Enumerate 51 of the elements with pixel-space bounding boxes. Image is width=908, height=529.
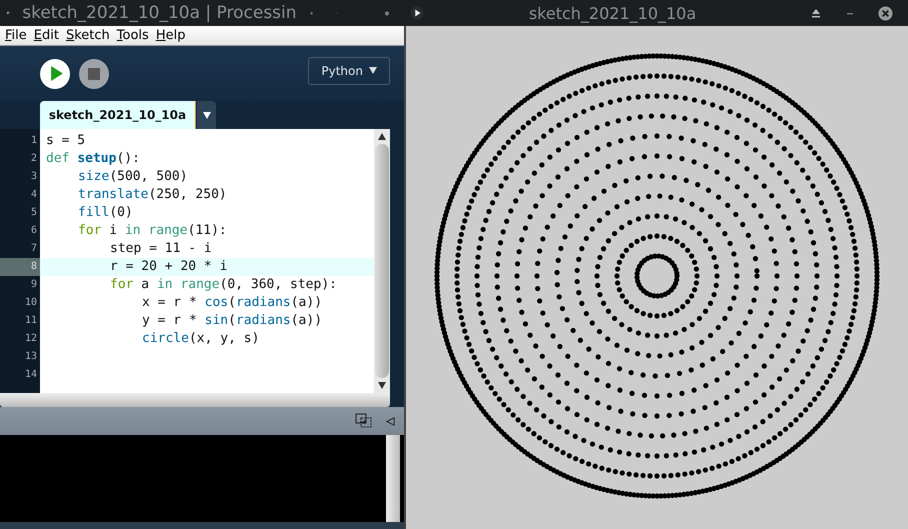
caret-icon bbox=[202, 112, 210, 118]
menu-item[interactable]: Tools bbox=[116, 28, 149, 43]
menu-item[interactable]: Help bbox=[156, 28, 186, 43]
caret-icon bbox=[369, 67, 377, 74]
collapse-arrow-icon[interactable] bbox=[385, 416, 396, 426]
line-number: 4 bbox=[30, 188, 38, 202]
code-line[interactable]: translate(250, 250) bbox=[40, 186, 374, 204]
window-title: sketch_2021_10_10a bbox=[528, 4, 698, 22]
line-number: 12 bbox=[24, 332, 38, 346]
code-line[interactable]: for i in range(11): bbox=[40, 222, 374, 240]
horizontal-scrollbar[interactable] bbox=[0, 393, 390, 407]
line-number: 9 bbox=[30, 278, 38, 292]
eject-icon[interactable] bbox=[810, 7, 822, 19]
code-line[interactable]: for a in range(0, 360, step): bbox=[40, 276, 374, 294]
code-line[interactable]: size(500, 500) bbox=[40, 168, 374, 186]
code-line[interactable]: def setup(): bbox=[40, 150, 374, 168]
line-number: 11 bbox=[24, 314, 38, 328]
menu-item[interactable]: Edit bbox=[34, 28, 59, 43]
code-line[interactable]: fill(0) bbox=[40, 204, 374, 222]
code-line[interactable]: x = r * cos(radians(a)) bbox=[40, 294, 374, 312]
mode-dropdown[interactable]: Python bbox=[308, 56, 390, 84]
code-line[interactable]: circle(x, y, s) bbox=[40, 330, 374, 348]
line-number: 8 bbox=[0, 258, 40, 276]
console-scrollbar[interactable] bbox=[386, 435, 400, 522]
sketch-app-icon bbox=[410, 6, 424, 20]
menu-item[interactable]: Sketch bbox=[66, 28, 110, 43]
stop-icon bbox=[88, 68, 100, 80]
scroll-up-arrow-icon[interactable] bbox=[378, 133, 386, 140]
line-number: 5 bbox=[30, 206, 38, 220]
code-line[interactable]: s = 5 bbox=[40, 132, 374, 150]
line-number: 2 bbox=[30, 152, 38, 166]
line-number: 1 bbox=[30, 134, 38, 148]
run-button[interactable] bbox=[40, 58, 70, 88]
line-number: 7 bbox=[30, 242, 38, 256]
line-number: 10 bbox=[24, 296, 38, 310]
tab-menu-button[interactable] bbox=[197, 101, 216, 129]
play-icon bbox=[50, 66, 62, 81]
close-icon[interactable] bbox=[878, 6, 893, 20]
window-title: sketch_2021_10_10a | Processin bbox=[22, 3, 297, 23]
menu-item[interactable]: File bbox=[5, 28, 27, 43]
scroll-down-arrow-icon[interactable] bbox=[378, 382, 386, 389]
line-number: 3 bbox=[30, 170, 38, 184]
sketch-tab[interactable]: sketch_2021_10_10a bbox=[40, 101, 196, 129]
code-line[interactable]: step = 11 - i bbox=[40, 240, 374, 258]
line-number: 6 bbox=[30, 224, 38, 238]
copy-icon[interactable] bbox=[355, 413, 373, 429]
vertical-scrollbar[interactable] bbox=[374, 129, 390, 393]
line-number: 13 bbox=[24, 350, 38, 364]
code-line[interactable]: y = r * sin(radians(a)) bbox=[40, 312, 374, 330]
line-number: 14 bbox=[24, 368, 38, 382]
stop-button[interactable] bbox=[79, 58, 109, 88]
